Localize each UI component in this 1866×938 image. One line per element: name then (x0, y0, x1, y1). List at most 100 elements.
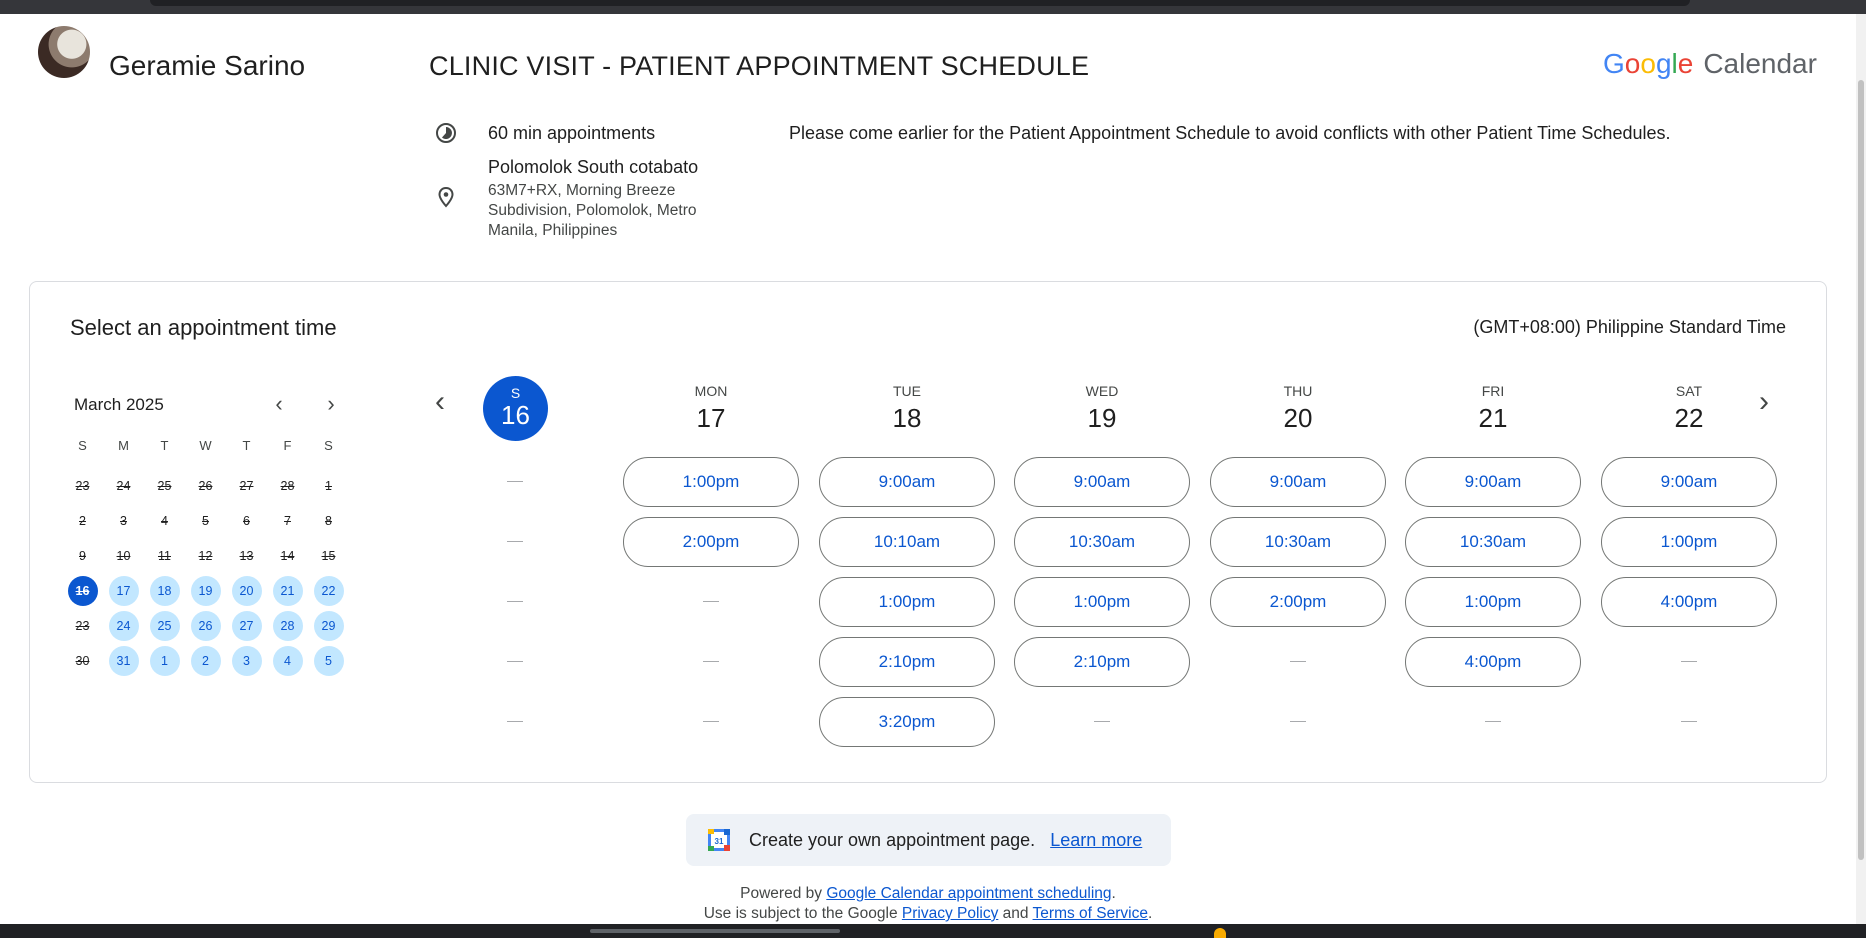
privacy-policy-link[interactable]: Privacy Policy (902, 905, 998, 922)
appointment-scheduling-link[interactable]: Google Calendar appointment scheduling (826, 885, 1111, 902)
available-date[interactable]: 24 (108, 611, 139, 641)
weekday-header: S (78, 438, 87, 453)
time-slot-button[interactable]: 9:00am (1405, 457, 1581, 507)
time-slot-button[interactable]: 9:00am (1601, 457, 1777, 507)
weekday-header: M (118, 438, 129, 453)
no-slot-dash (1681, 661, 1697, 662)
available-date[interactable]: 22 (313, 576, 344, 606)
no-slot-dash (507, 481, 523, 482)
mini-calendar-cell: 30 (62, 646, 103, 681)
no-slot-dash (1485, 721, 1501, 722)
available-date[interactable]: 17 (108, 576, 139, 606)
available-date[interactable]: 4 (272, 646, 303, 676)
day-column-header: WED 19 (1014, 383, 1190, 434)
powered-by-suffix: . (1111, 885, 1116, 902)
promo-banner: 31 Create your own appointment page. Lea… (686, 814, 1171, 866)
time-slot-button[interactable]: 4:00pm (1405, 637, 1581, 687)
no-slot-dash (703, 661, 719, 662)
mini-calendar-next-button[interactable]: › (318, 392, 344, 418)
available-date[interactable]: 25 (149, 611, 180, 641)
available-date[interactable]: 1 (149, 646, 180, 676)
powered-by-line: Powered by Google Calendar appointment s… (0, 885, 1856, 903)
mini-calendar-cell: 5 (308, 646, 349, 681)
available-date[interactable]: 31 (108, 646, 139, 676)
mini-calendar-cell: 7 (267, 506, 308, 541)
week-prev-button[interactable]: ‹ (425, 385, 455, 418)
day-of-week: FRI (1481, 383, 1505, 399)
time-slot-button[interactable]: 10:30am (1014, 517, 1190, 567)
unavailable-date: 28 (280, 479, 295, 493)
unavailable-date: 8 (325, 514, 332, 528)
available-date[interactable]: 3 (231, 646, 262, 676)
no-slot-dash (703, 721, 719, 722)
chevron-left-icon: ‹ (435, 385, 445, 418)
no-slot-dash (1290, 661, 1306, 662)
browser-top-strip (0, 0, 1866, 14)
time-slot-button[interactable]: 10:10am (819, 517, 995, 567)
weekday-header: S (324, 438, 333, 453)
google-letter: o (1624, 48, 1641, 79)
owner-name: Geramie Sarino (109, 50, 306, 81)
weekday-header: W (199, 438, 212, 453)
taskbar-indicator (1214, 928, 1226, 938)
scrollbar-thumb[interactable] (1858, 80, 1864, 860)
available-date[interactable]: 27 (231, 611, 262, 641)
terms-line: Use is subject to the Google Privacy Pol… (0, 905, 1856, 923)
day-number: 21 (1478, 403, 1508, 433)
no-slot-dash (1094, 721, 1110, 722)
unavailable-date: 13 (239, 549, 254, 563)
available-date[interactable]: 2 (190, 646, 221, 676)
terms-of-service-link[interactable]: Terms of Service (1033, 905, 1148, 922)
page-scrollbar[interactable] (1856, 14, 1866, 924)
time-slot-button[interactable]: 2:10pm (1014, 637, 1190, 687)
mini-calendar-cell: 6 (226, 506, 267, 541)
available-date[interactable]: 21 (272, 576, 303, 606)
time-slot-button[interactable]: 9:00am (819, 457, 995, 507)
time-slot-button[interactable]: 2:00pm (1210, 577, 1386, 627)
available-date[interactable]: 29 (313, 611, 344, 641)
time-slot-button[interactable]: 4:00pm (1601, 577, 1777, 627)
time-slot-button[interactable]: 1:00pm (623, 457, 799, 507)
mini-calendar-cell: 2 (62, 506, 103, 541)
google-calendar-logo: Google Calendar (1603, 48, 1817, 80)
available-date[interactable]: 18 (149, 576, 180, 606)
mini-calendar-prev-button[interactable]: ‹ (266, 392, 292, 418)
time-slot-button[interactable]: 1:00pm (1601, 517, 1777, 567)
weekday-header: T (160, 438, 169, 453)
timezone-selector[interactable]: (GMT+08:00) Philippine Standard Time (1473, 317, 1786, 338)
available-date[interactable]: 28 (272, 611, 303, 641)
available-date[interactable]: 5 (313, 646, 344, 676)
time-slot-button[interactable]: 10:30am (1210, 517, 1386, 567)
mini-calendar-cell: 28 (267, 611, 308, 646)
time-slot-button[interactable]: 3:20pm (819, 697, 995, 747)
no-slot-dash (507, 721, 523, 722)
time-slot-button[interactable]: 9:00am (1014, 457, 1190, 507)
mini-calendar-cell: 4 (267, 646, 308, 681)
unavailable-date: 10 (116, 549, 131, 563)
no-slot-dash (1290, 721, 1306, 722)
location-address: 63M7+RX, Morning Breeze Subdivision, Pol… (488, 182, 697, 239)
address-bar-edge (150, 0, 1690, 6)
time-slot-button[interactable]: 2:10pm (819, 637, 995, 687)
time-slot-button[interactable]: 10:30am (1405, 517, 1581, 567)
unavailable-date: 23 (75, 619, 90, 633)
available-date[interactable]: 26 (190, 611, 221, 641)
unavailable-date: 9 (79, 549, 86, 563)
mini-calendar-cell: 10 (103, 541, 144, 576)
mini-calendar-cell: 9 (62, 541, 103, 576)
selected-date[interactable]: 16 (67, 576, 98, 606)
day-number: 17 (696, 403, 726, 433)
available-date[interactable]: 19 (190, 576, 221, 606)
learn-more-link[interactable]: Learn more (1050, 830, 1142, 851)
unavailable-date: 27 (239, 479, 254, 493)
time-slot-button[interactable]: 1:00pm (819, 577, 995, 627)
mini-calendar-cell: 19 (185, 576, 226, 611)
time-slot-button[interactable]: 1:00pm (1014, 577, 1190, 627)
time-slot-button[interactable]: 9:00am (1210, 457, 1386, 507)
time-slot-button[interactable]: 2:00pm (623, 517, 799, 567)
mini-calendar-cell: 21 (267, 576, 308, 611)
available-date[interactable]: 20 (231, 576, 262, 606)
unavailable-date: 4 (161, 514, 168, 528)
google-letter: e (1677, 48, 1694, 79)
time-slot-button[interactable]: 1:00pm (1405, 577, 1581, 627)
